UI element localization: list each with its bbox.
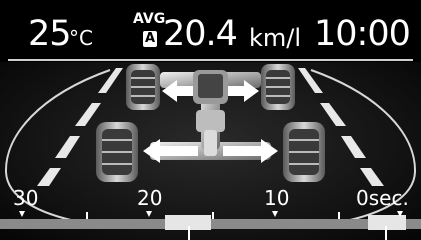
awd-monitor-screen: 25 °C AVG. A 20.4 km/l 10:00 30 20 10 0s…	[0, 0, 421, 240]
timeline-label-10: 10	[264, 186, 290, 210]
front-left-wheel	[126, 64, 160, 110]
front-right-wheel	[261, 64, 295, 110]
timeline-label-30: 30	[13, 186, 39, 210]
timeline-label-0: 0sec.	[356, 186, 409, 210]
rear-right-wheel	[283, 122, 325, 182]
timeline-scale	[0, 212, 421, 240]
rear-left-wheel	[96, 122, 138, 182]
timeline-label-20: 20	[137, 186, 163, 210]
